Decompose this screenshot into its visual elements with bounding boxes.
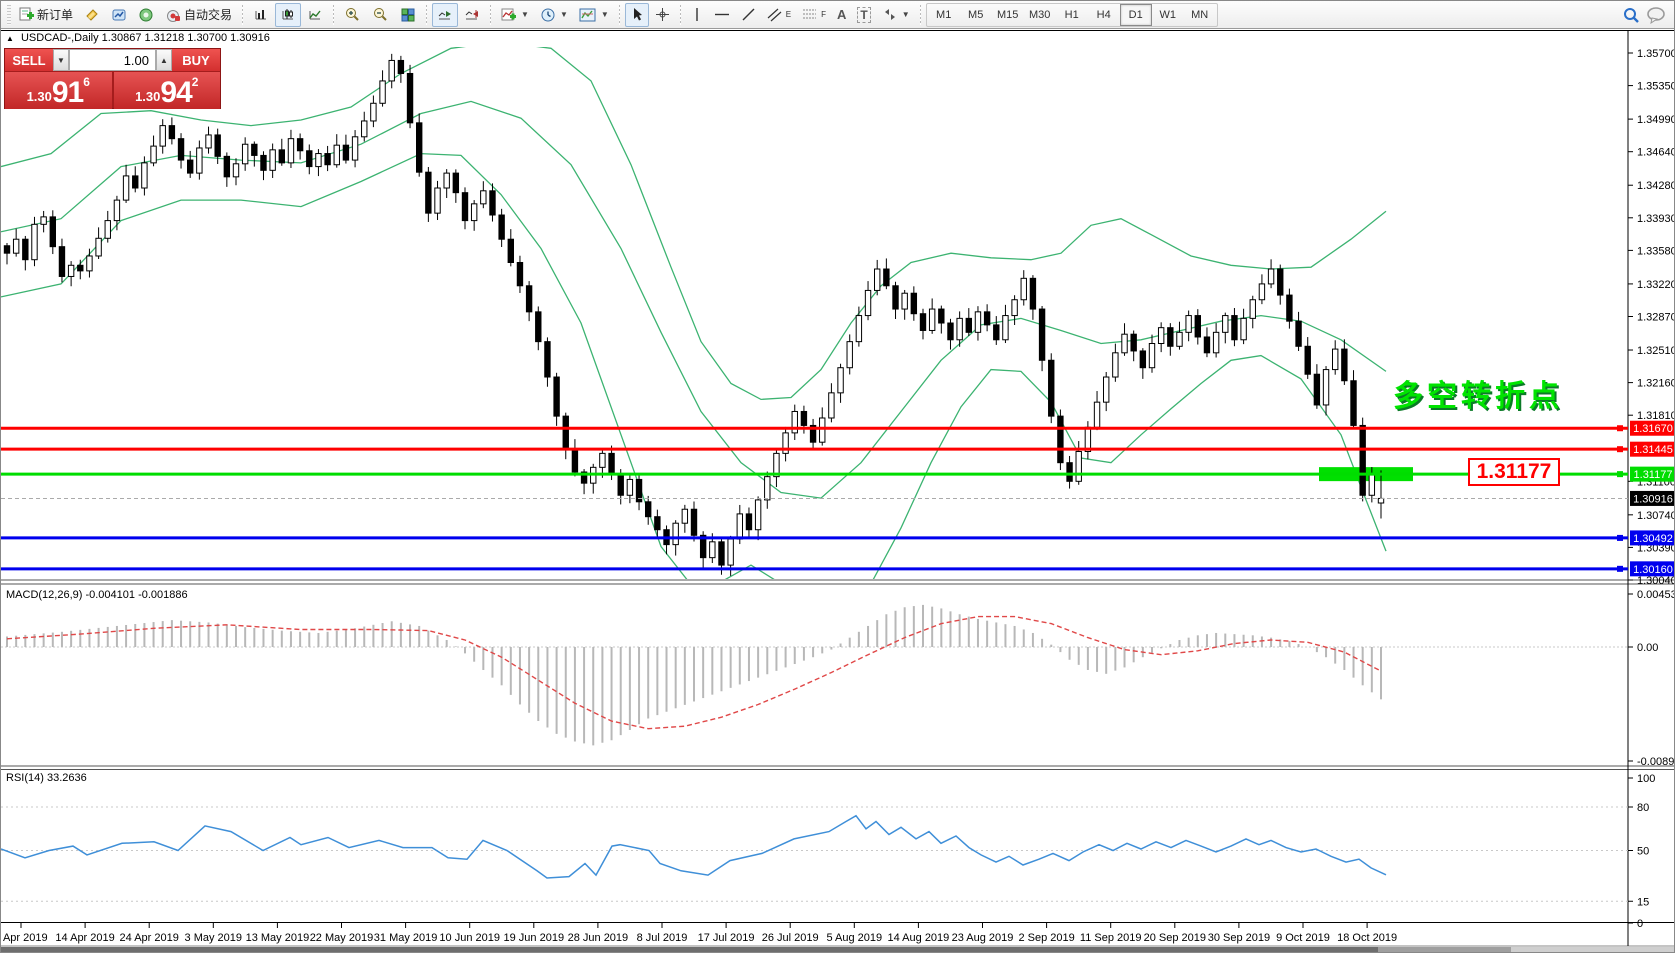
mt4-window: 新订单 自动交易 — [0, 0, 1675, 953]
svg-text:1.30160: 1.30160 — [1633, 564, 1673, 576]
svg-text:1.32870: 1.32870 — [1637, 312, 1675, 324]
level-line-handle[interactable] — [1617, 566, 1623, 572]
buy-price-display[interactable]: 1.30 94 2 — [114, 72, 221, 109]
svg-text:0.00: 0.00 — [1637, 642, 1658, 654]
svg-text:1.32510: 1.32510 — [1637, 345, 1675, 357]
svg-text:1.34280: 1.34280 — [1637, 180, 1675, 192]
svg-text:23 Aug 2019: 23 Aug 2019 — [952, 932, 1014, 944]
sell-price-sup: 6 — [83, 76, 90, 88]
svg-text:14 Aug 2019: 14 Aug 2019 — [888, 932, 950, 944]
svg-text:1.31177: 1.31177 — [1634, 469, 1673, 481]
svg-text:1.32160: 1.32160 — [1637, 378, 1675, 390]
svg-text:26 Jul 2019: 26 Jul 2019 — [762, 932, 819, 944]
price-callout-box[interactable]: 1.31177 — [1468, 458, 1560, 486]
svg-text:24 Apr 2019: 24 Apr 2019 — [120, 932, 179, 944]
chart-canvas[interactable]: 1.35700 1.35350 1.34990 1.34640 1.34280 1.339… — [1, 1, 1675, 953]
sell-price-main: 1.30 — [27, 86, 52, 108]
svg-text:1.30916: 1.30916 — [1633, 493, 1673, 505]
level-line-handle[interactable] — [1617, 446, 1623, 452]
svg-text:1.34990: 1.34990 — [1637, 114, 1675, 126]
svg-text:17 Jul 2019: 17 Jul 2019 — [698, 932, 755, 944]
svg-text:8 Jul 2019: 8 Jul 2019 — [637, 932, 688, 944]
buy-price-sup: 2 — [192, 76, 199, 88]
svg-text:9 Oct 2019: 9 Oct 2019 — [1276, 932, 1330, 944]
svg-text:1.30492: 1.30492 — [1633, 533, 1673, 545]
turning-point-annotation[interactable]: 多空转折点 — [1393, 371, 1563, 415]
svg-text:1.30040: 1.30040 — [1637, 575, 1675, 587]
volume-input[interactable]: 1.00 — [69, 49, 156, 71]
svg-text:2 Sep 2019: 2 Sep 2019 — [1018, 932, 1074, 944]
svg-text:1.33930: 1.33930 — [1637, 213, 1675, 225]
svg-text:1.35700: 1.35700 — [1637, 48, 1675, 60]
svg-text:1.33580: 1.33580 — [1637, 245, 1675, 257]
svg-text:20 Sep 2019: 20 Sep 2019 — [1144, 932, 1206, 944]
svg-text:-0.008928: -0.008928 — [1637, 756, 1675, 768]
ohlc-values: 1.30867 1.31218 1.30700 1.30916 — [102, 32, 270, 44]
level-line-handle[interactable] — [1617, 535, 1623, 541]
svg-text:18 Oct 2019: 18 Oct 2019 — [1337, 932, 1397, 944]
svg-text:100: 100 — [1637, 773, 1655, 785]
svg-text:4 Apr 2019: 4 Apr 2019 — [1, 932, 48, 944]
sell-button[interactable]: SELL — [5, 49, 53, 71]
one-click-trading-panel: SELL ▼ 1.00 ▲ BUY 1.30 91 6 1.30 94 2 — [4, 48, 221, 109]
svg-text:1.34640: 1.34640 — [1637, 147, 1675, 159]
bottom-scrollbar-thumb[interactable] — [1, 947, 1378, 953]
svg-text:3 May 2019: 3 May 2019 — [185, 932, 242, 944]
svg-text:50: 50 — [1637, 846, 1649, 858]
svg-text:1.31445: 1.31445 — [1633, 444, 1673, 456]
symbol-period-label: USDCAD-,Daily — [21, 32, 99, 44]
sell-price-big: 91 — [52, 78, 83, 108]
volume-decrease-button[interactable]: ▼ — [53, 49, 69, 71]
svg-text:80: 80 — [1637, 802, 1649, 814]
macd-indicator-label: MACD(12,26,9) -0.004101 -0.001886 — [6, 589, 188, 601]
svg-text:1.31670: 1.31670 — [1633, 423, 1673, 435]
svg-text:10 Jun 2019: 10 Jun 2019 — [439, 932, 500, 944]
svg-text:1.31810: 1.31810 — [1637, 410, 1675, 422]
buy-price-main: 1.30 — [135, 86, 160, 108]
svg-text:5 Aug 2019: 5 Aug 2019 — [826, 932, 882, 944]
buy-button[interactable]: BUY — [172, 49, 220, 71]
volume-increase-button[interactable]: ▲ — [156, 49, 172, 71]
buy-price-big: 94 — [160, 78, 191, 108]
svg-text:28 Jun 2019: 28 Jun 2019 — [568, 932, 629, 944]
collapse-arrow-icon[interactable]: ▲ — [6, 34, 14, 43]
svg-text:0.004533: 0.004533 — [1637, 589, 1675, 601]
svg-text:22 May 2019: 22 May 2019 — [310, 932, 374, 944]
svg-text:19 Jun 2019: 19 Jun 2019 — [504, 932, 565, 944]
svg-text:0: 0 — [1637, 918, 1643, 930]
rsi-indicator-label: RSI(14) 33.2636 — [6, 772, 87, 784]
svg-text:31 May 2019: 31 May 2019 — [374, 932, 438, 944]
svg-text:1.30740: 1.30740 — [1637, 510, 1675, 522]
chart-title: ▲ USDCAD-,Daily 1.30867 1.31218 1.30700 … — [6, 32, 270, 44]
svg-text:1.35350: 1.35350 — [1637, 81, 1675, 93]
level-line-handle[interactable] — [1617, 471, 1623, 477]
svg-text:30 Sep 2019: 30 Sep 2019 — [1208, 932, 1270, 944]
svg-text:11 Sep 2019: 11 Sep 2019 — [1080, 932, 1142, 944]
sell-price-display[interactable]: 1.30 91 6 — [5, 72, 112, 109]
svg-text:13 May 2019: 13 May 2019 — [246, 932, 310, 944]
svg-text:1.33220: 1.33220 — [1637, 279, 1675, 291]
level-line-handle[interactable] — [1617, 425, 1623, 431]
svg-text:14 Apr 2019: 14 Apr 2019 — [55, 932, 114, 944]
svg-text:15: 15 — [1637, 896, 1649, 908]
